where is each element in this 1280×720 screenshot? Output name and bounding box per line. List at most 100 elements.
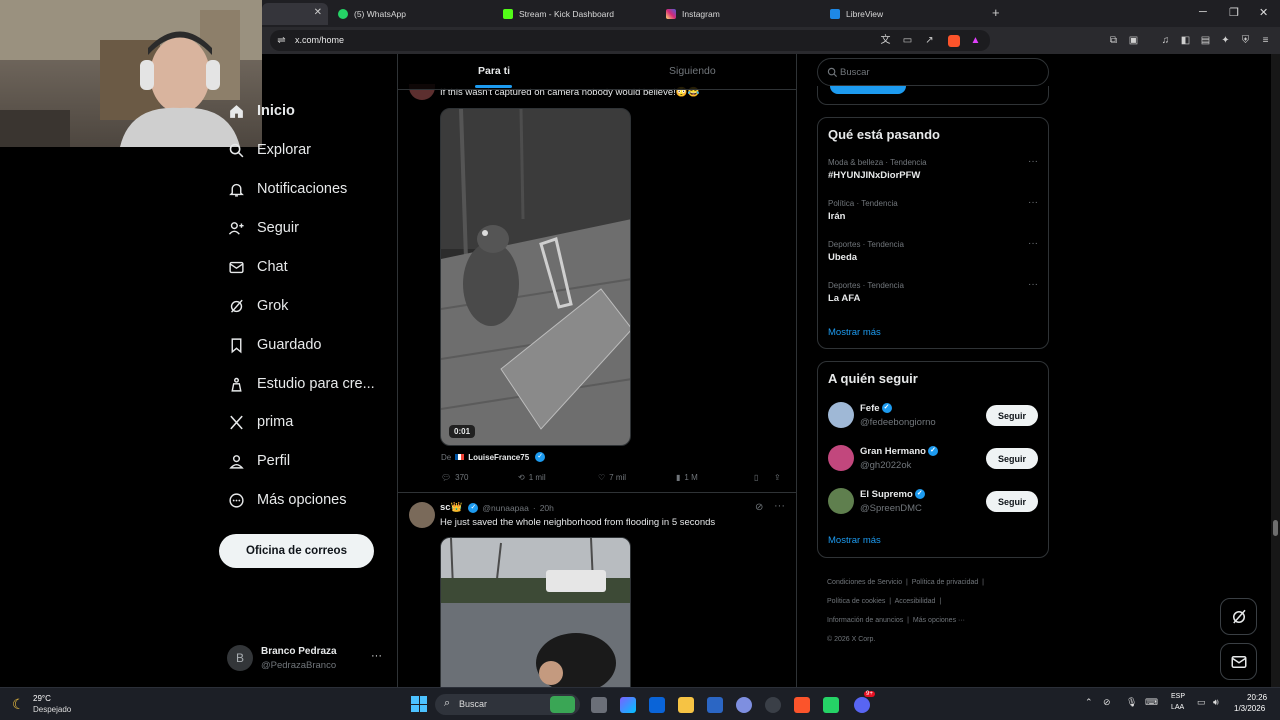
messages-floating-button[interactable] xyxy=(1220,643,1257,680)
tab-for-you[interactable]: Para ti xyxy=(478,65,510,77)
address-bar[interactable]: ⇌ x.com/home 文 ▭ ↗ ▲ xyxy=(270,30,990,51)
bookmark-button[interactable]: ▯ xyxy=(754,473,758,482)
site-settings-icon[interactable]: ⇌ xyxy=(276,35,287,46)
menu-icon[interactable]: ≡ xyxy=(1260,35,1271,46)
minimize-button[interactable]: ─ xyxy=(1199,6,1207,18)
footer-link[interactable]: Información de anuncios xyxy=(827,617,903,624)
mic-icon[interactable]: 🎙︎ xyxy=(1126,697,1137,708)
browser-tab-whatsapp[interactable]: (5) WhatsApp xyxy=(338,3,488,25)
scrollbar-thumb[interactable] xyxy=(1273,520,1278,536)
brave-rewards-icon[interactable]: ▲ xyxy=(970,35,981,46)
follow-user-name[interactable]: El Supremo ✓ xyxy=(860,489,925,500)
close-window-button[interactable]: ✕ xyxy=(1259,6,1268,19)
follow-button[interactable]: Seguir xyxy=(986,448,1038,469)
volume-icon[interactable]: 🔊︎ xyxy=(1213,697,1219,708)
moon-weather-icon[interactable]: ☾ xyxy=(12,696,25,713)
tweet-author-handle[interactable]: @nunaapaa xyxy=(482,503,528,513)
new-tab-button[interactable]: + xyxy=(992,5,1000,20)
whatsapp-icon[interactable] xyxy=(823,697,839,713)
discord-icon[interactable] xyxy=(854,697,870,713)
follow-user-handle[interactable]: @SpreenDMC xyxy=(860,503,922,514)
extensions-icon[interactable]: ⧉ xyxy=(1108,35,1119,46)
follow-user-name[interactable]: Fefe ✓ xyxy=(860,403,892,414)
avatar[interactable] xyxy=(409,502,435,528)
taskbar-search[interactable]: ⌕ Buscar xyxy=(435,694,580,715)
browser-tab-libreview[interactable]: LibreView xyxy=(830,3,980,25)
trend-more-icon[interactable]: ··· xyxy=(1028,156,1038,167)
grok-floating-button[interactable] xyxy=(1220,598,1257,635)
vpn-icon[interactable]: ⛨ xyxy=(1240,35,1251,46)
copilot-icon[interactable] xyxy=(620,697,636,713)
footer-link[interactable]: Política de cookies xyxy=(827,598,885,605)
browser-tab-active[interactable]: ✕ xyxy=(262,3,328,25)
trend-more-icon[interactable]: ··· xyxy=(1028,197,1038,208)
account-switcher[interactable]: B Branco Pedraza @PedrazaBranco ··· xyxy=(227,645,397,673)
weather-temp[interactable]: 29°C xyxy=(33,694,51,703)
avatar[interactable] xyxy=(828,445,854,471)
media-icon[interactable]: ♫ xyxy=(1160,35,1171,46)
footer-link[interactable]: Más opciones ··· xyxy=(913,617,965,624)
show-more-link[interactable]: Mostrar más xyxy=(828,327,881,338)
tweet-media[interactable] xyxy=(440,537,631,687)
brave-shield-icon[interactable] xyxy=(948,35,960,47)
page-scrollbar[interactable] xyxy=(1271,54,1280,687)
footer-link[interactable]: Condiciones de Servicio xyxy=(827,579,902,586)
file-explorer-icon[interactable] xyxy=(678,697,694,713)
search-input[interactable]: Buscar xyxy=(817,58,1049,86)
footer-link[interactable]: Accesibilidad xyxy=(895,598,936,605)
app-icon[interactable] xyxy=(736,697,752,713)
trend-more-icon[interactable]: ··· xyxy=(1028,238,1038,249)
nav-bookmarks[interactable]: Guardado xyxy=(228,333,322,357)
wallet-icon[interactable]: ▤ xyxy=(1200,35,1211,46)
follow-user-handle[interactable]: @gh2022ok xyxy=(860,460,911,471)
clock-time[interactable]: 20:26 xyxy=(1247,693,1267,702)
attribution-user[interactable]: LouiseFrance75 xyxy=(468,453,529,462)
tweet-time[interactable]: 20h xyxy=(540,503,554,513)
task-view-icon[interactable] xyxy=(591,697,607,713)
trend-item[interactable]: Deportes · Tendencia Ubeda ··· xyxy=(828,238,1038,263)
follow-user-handle[interactable]: @fedeebongiorno xyxy=(860,417,936,428)
sidebar-icon[interactable]: ◧ xyxy=(1180,35,1191,46)
follow-user-name[interactable]: Gran Hermano ✓ xyxy=(860,446,938,457)
windows-start-icon[interactable] xyxy=(411,696,427,712)
nav-follow[interactable]: Seguir xyxy=(228,216,299,240)
views-button[interactable]: ▮ 1 M xyxy=(676,473,698,482)
follow-button[interactable]: Seguir xyxy=(986,405,1038,426)
subscribe-button[interactable] xyxy=(830,86,906,94)
share-icon[interactable]: ↗ xyxy=(924,35,935,46)
trend-item[interactable]: Política · Tendencia Irán ··· xyxy=(828,197,1038,222)
translate-icon[interactable]: 文 xyxy=(880,35,891,46)
outlook-icon[interactable] xyxy=(649,697,665,713)
trend-item[interactable]: Deportes · Tendencia La AFA ··· xyxy=(828,279,1038,304)
keyboard-icon[interactable]: ⌨ xyxy=(1145,697,1158,708)
tweet-video[interactable]: 0:01 xyxy=(440,108,631,446)
nav-explore[interactable]: Explorar xyxy=(228,138,311,162)
grok-icon[interactable]: ⊘ xyxy=(755,502,763,513)
avatar[interactable] xyxy=(828,488,854,514)
nav-home[interactable]: Inicio xyxy=(228,99,295,123)
trend-item[interactable]: Moda & belleza · Tendencia #HYUNJINxDior… xyxy=(828,156,1038,181)
nav-chat[interactable]: Chat xyxy=(228,255,288,279)
close-tab-icon[interactable]: ✕ xyxy=(314,7,322,18)
footer-link[interactable]: Política de privacidad xyxy=(912,579,979,586)
nav-profile[interactable]: Perfil xyxy=(228,449,290,473)
display-icon[interactable]: ▭ xyxy=(1197,697,1206,708)
browser-tab-kick[interactable]: Stream - Kick Dashboard xyxy=(503,3,653,25)
nav-notifications[interactable]: Notificaciones xyxy=(228,177,347,201)
trend-more-icon[interactable]: ··· xyxy=(1028,279,1038,290)
brave-icon[interactable] xyxy=(794,697,810,713)
leo-ai-icon[interactable]: ✦ xyxy=(1220,35,1231,46)
nav-premium[interactable]: prima xyxy=(228,410,293,434)
show-more-link[interactable]: Mostrar más xyxy=(828,535,881,546)
input-language[interactable]: ESP xyxy=(1171,693,1185,700)
store-icon[interactable] xyxy=(707,697,723,713)
share-button[interactable]: ⇪ xyxy=(774,473,781,482)
retweet-button[interactable]: ⟲ 1 mil xyxy=(518,473,546,482)
screenshot-icon[interactable]: ▣ xyxy=(1128,35,1139,46)
obs-icon[interactable] xyxy=(765,697,781,713)
chevron-up-icon[interactable]: ⌃ xyxy=(1085,697,1093,708)
nav-more[interactable]: Más opciones xyxy=(228,488,346,512)
restore-button[interactable]: ❐ xyxy=(1229,6,1239,19)
tweet-more-icon[interactable]: ··· xyxy=(774,500,785,512)
follow-button[interactable]: Seguir xyxy=(986,491,1038,512)
